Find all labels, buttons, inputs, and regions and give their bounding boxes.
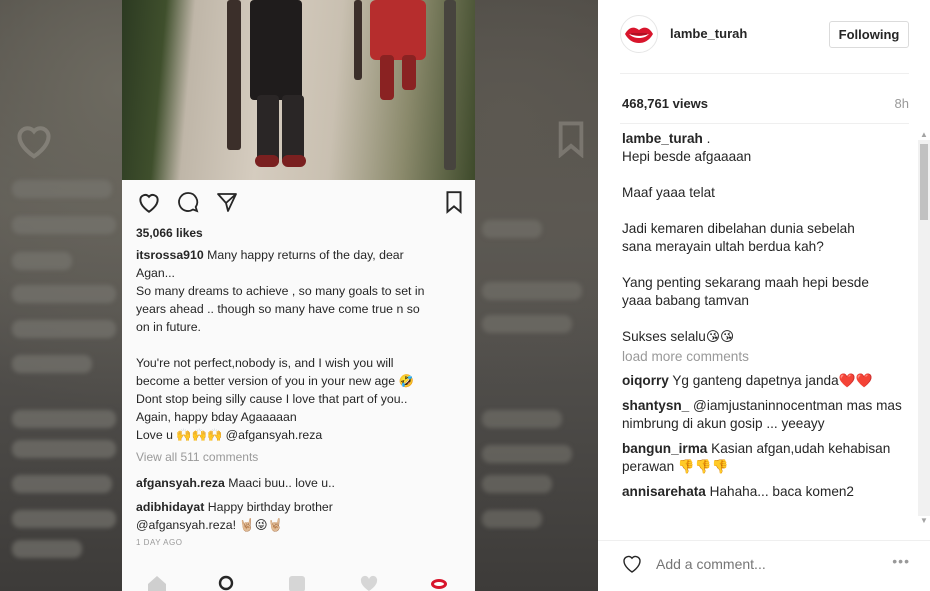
caption-gap [622,202,918,220]
caption-line: yaaa babang tamvan [622,293,749,308]
comment-text: Yg ganteng dapetnya janda❤️❤️ [672,373,873,388]
comment-user[interactable]: bangun_irma [622,441,707,456]
phone-caption-line: Again, happy bday Agaaaaan [136,410,297,424]
phone-profile-icon [431,579,447,589]
phone-search-icon [218,575,234,591]
username[interactable]: lambe_turah [670,26,747,41]
blurred-text-left [0,110,120,570]
post-time[interactable]: 8h [895,96,909,111]
phone-comment-text: @afgansyah.reza! 🤘🏼😜🤘🏼 [136,518,283,532]
avatar[interactable] [620,15,658,53]
caption-line: Sukses selalu😘😘 [622,329,735,344]
caption-line: Maaf yaaa telat [622,185,715,200]
header-divider [620,73,909,74]
phone-activity-icon [360,575,378,591]
phone-screenshot: 35,066 likes itsrossa910 Many happy retu… [122,0,475,591]
caption-line: Yang penting sekarang maah hepi besde [622,275,869,290]
comments-list[interactable]: lambe_turah . Hepi besde afgaaaan Maaf y… [622,130,918,526]
lips-logo-icon [622,17,656,51]
caption-line: sana merayain ultah berdua kah? [622,239,824,254]
phone-bookmark-icon [446,191,462,214]
caption-line: . [706,131,711,146]
scroll-up-arrow-icon[interactable]: ▲ [918,130,930,140]
phone-comment-user: adibhidayat [136,500,205,514]
phone-comment-text: Happy birthday brother [207,500,333,514]
comment: bangun_irma Kasian afgan,udah kehabisan … [622,440,918,476]
phone-comment: adibhidayat Happy birthday brother [136,498,466,516]
phone-bottom-nav [122,566,475,591]
phone-share-icon [217,193,237,212]
phone-timestamp: 1 DAY AGO [136,538,183,547]
post-media[interactable]: 35,066 likes itsrossa910 Many happy retu… [0,0,598,591]
comment: oiqorry Yg ganteng dapetnya janda❤️❤️ [622,372,918,390]
caption-gap [622,256,918,274]
caption-user[interactable]: lambe_turah [622,131,703,146]
caption-line: Hepi besde afgaaaan [622,149,752,164]
comments-scrollbar[interactable]: ▲ ▼ [918,130,930,526]
caption-first-line: lambe_turah . [622,130,918,148]
phone-comment-text: Maaci buu.. love u.. [228,476,335,490]
comment: annisarehata Hahaha... baca komen2 [622,483,918,501]
comment-user[interactable]: shantysn_ [622,398,689,413]
caption-gap [622,166,918,184]
phone-caption-line: on in future. [136,320,201,334]
scroll-down-arrow-icon[interactable]: ▼ [918,516,930,526]
phone-caption-line: Dont stop being silly cause I love that … [136,392,408,406]
phone-caption-line: Love u 🙌🙌🙌 @afgansyah.reza [136,428,323,442]
comment-user[interactable]: oiqorry [622,373,669,388]
caption-line: Jadi kemaren dibelahan dunia sebelah [622,221,855,236]
phone-action-bar [136,190,466,218]
phone-caption-line: years ahead .. though so many have come … [136,302,420,316]
post-info-panel: lambe_turah Following 468,761 views 8h l… [598,0,930,591]
phone-caption-line: Many happy returns of the day, dear [207,248,404,262]
phone-like-count: 35,066 likes [136,226,203,240]
phone-caption-line: become a better version of you in your n… [136,374,414,388]
phone-photo [122,0,475,180]
phone-comment: afgansyah.reza Maaci buu.. love u.. [136,474,466,492]
phone-caption-line: You're not perfect,nobody is, and I wish… [136,356,394,370]
phone-caption-line: Agan... [136,266,175,280]
phone-caption-user: itsrossa910 [136,248,204,262]
post-header: lambe_turah Following [598,0,930,72]
comment: shantysn_ @iamjustaninnocentman mas mas … [622,397,918,433]
heart-icon[interactable] [620,552,644,574]
comment-footer: ••• [598,540,930,591]
add-comment-input[interactable] [656,556,876,572]
comment-user[interactable]: annisarehata [622,484,706,499]
scroll-thumb[interactable] [920,144,928,220]
phone-view-all-comments: View all 511 comments [136,450,259,464]
load-more-comments-link[interactable]: load more comments [622,348,918,366]
phone-caption: itsrossa910 Many happy returns of the da… [136,246,462,444]
phone-heart-icon [139,194,159,213]
caption-gap [622,310,918,328]
phone-home-icon [148,576,166,591]
phone-add-icon [289,576,305,591]
blurred-text-right [474,110,598,570]
more-options-icon[interactable]: ••• [892,553,910,569]
phone-comment-user: afgansyah.reza [136,476,225,490]
comment-text: Hahaha... baca komen2 [709,484,854,499]
phone-comment-icon [178,192,199,213]
view-count: 468,761 views [622,96,709,111]
stats-divider [620,123,909,124]
phone-caption-line: So many dreams to achieve , so many goal… [136,284,425,298]
following-button[interactable]: Following [829,21,909,48]
phone-comment: @afgansyah.reza! 🤘🏼😜🤘🏼 [136,516,466,534]
